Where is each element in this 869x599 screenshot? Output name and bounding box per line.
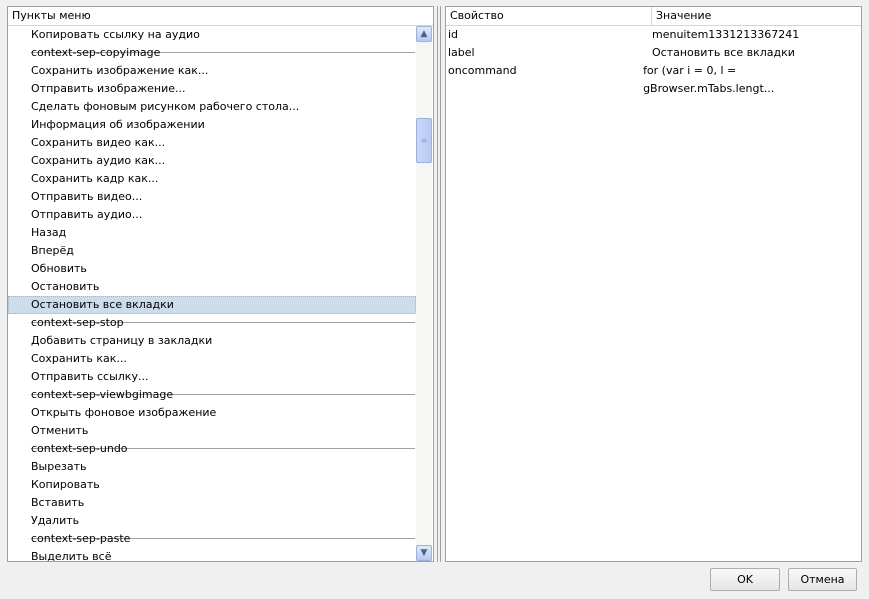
list-item[interactable]: Назад xyxy=(8,224,416,242)
list-item[interactable]: Открыть фоновое изображение xyxy=(8,404,416,422)
properties-table[interactable]: Свойство Значение id menuitem133121336724… xyxy=(445,6,862,562)
list-item[interactable]: Вперёд xyxy=(8,242,416,260)
item-label: Копировать xyxy=(31,478,100,491)
column-header-menu-items[interactable]: Пункты меню xyxy=(8,7,433,25)
list-item[interactable]: Отправить видео... xyxy=(8,188,416,206)
list-item[interactable]: Сохранить изображение как... xyxy=(8,62,416,80)
item-label: Назад xyxy=(31,226,67,239)
list-item[interactable]: Отправить изображение... xyxy=(8,80,416,98)
list-item[interactable]: Обновить xyxy=(8,260,416,278)
item-label: Сохранить как... xyxy=(31,352,127,365)
item-label: Копировать ссылку на аудио xyxy=(31,28,200,41)
item-label: Отправить изображение... xyxy=(31,82,186,95)
table-row[interactable]: oncommand for (var i = 0, l = gBrowser.mT… xyxy=(446,62,861,95)
list-item[interactable]: Сделать фоновым рисунком рабочего стола.… xyxy=(8,98,416,116)
scrollbar-thumb[interactable]: ≡ xyxy=(416,118,432,163)
menu-items-tree[interactable]: Пункты меню Копировать ссылку на аудио co… xyxy=(7,6,434,562)
list-item[interactable]: Копировать ссылку на аудио xyxy=(8,26,416,44)
item-label: Отправить аудио... xyxy=(31,208,143,221)
list-item[interactable]: Добавить страницу в закладки xyxy=(8,332,416,350)
list-item[interactable]: Отправить ссылку... xyxy=(8,368,416,386)
column-header-value[interactable]: Значение xyxy=(652,7,861,25)
item-label: Вперёд xyxy=(31,244,74,257)
item-label: context-sep-undo xyxy=(31,442,128,455)
list-item[interactable]: Остановить xyxy=(8,278,416,296)
list-item[interactable]: Вставить xyxy=(8,494,416,512)
table-header: Свойство Значение xyxy=(446,7,861,26)
item-label: Сделать фоновым рисунком рабочего стола.… xyxy=(31,100,300,113)
property-value: for (var i = 0, l = gBrowser.mTabs.lengt… xyxy=(643,64,775,95)
item-label: Добавить страницу в закладки xyxy=(31,334,213,347)
item-label: Сохранить видео как... xyxy=(31,136,166,149)
property-name: label xyxy=(448,46,475,59)
list-item[interactable]: Отправить аудио... xyxy=(8,206,416,224)
list-item[interactable]: Сохранить аудио как... xyxy=(8,152,416,170)
property-name: id xyxy=(448,28,459,41)
menu-items-list[interactable]: Копировать ссылку на аудио context-sep-co… xyxy=(8,26,416,561)
separator-item[interactable]: context-sep-stop xyxy=(8,314,416,332)
list-item[interactable]: Копировать xyxy=(8,476,416,494)
separator-item[interactable]: context-sep-undo xyxy=(8,440,416,458)
item-label: Сохранить аудио как... xyxy=(31,154,166,167)
column-header-property[interactable]: Свойство xyxy=(446,7,652,25)
separator-item[interactable]: context-sep-copyimage xyxy=(8,44,416,62)
list-item[interactable]: Сохранить видео как... xyxy=(8,134,416,152)
item-label: Информация об изображении xyxy=(31,118,205,131)
vertical-scrollbar[interactable]: ▲ ≡ ▼ xyxy=(416,26,432,561)
item-label: Удалить xyxy=(31,514,80,527)
item-label: Отправить видео... xyxy=(31,190,143,203)
property-value: Остановить все вкладки xyxy=(652,46,795,59)
scroll-down-icon[interactable]: ▼ xyxy=(416,545,432,561)
list-item[interactable]: Остановить все вкладки xyxy=(8,296,416,314)
list-item[interactable]: Выделить всё xyxy=(8,548,416,561)
item-label: Вставить xyxy=(31,496,85,509)
item-label: Остановить все вкладки xyxy=(31,298,174,311)
table-row[interactable]: label Остановить все вкладки xyxy=(446,44,861,62)
ok-button[interactable]: OK xyxy=(710,568,780,591)
list-item[interactable]: Сохранить как... xyxy=(8,350,416,368)
item-label: Обновить xyxy=(31,262,87,275)
table-row[interactable]: id menuitem1331213367241 xyxy=(446,26,861,44)
item-label: Сохранить изображение как... xyxy=(31,64,209,77)
item-label: Остановить xyxy=(31,280,100,293)
separator-item[interactable]: context-sep-paste xyxy=(8,530,416,548)
list-item[interactable]: Вырезать xyxy=(8,458,416,476)
splitter[interactable] xyxy=(437,6,441,562)
item-label: context-sep-viewbgimage xyxy=(31,388,174,401)
property-value: menuitem1331213367241 xyxy=(652,28,800,41)
list-item[interactable]: Сохранить кадр как... xyxy=(8,170,416,188)
list-item[interactable]: Информация об изображении xyxy=(8,116,416,134)
list-item[interactable]: Отменить xyxy=(8,422,416,440)
cancel-button[interactable]: Отмена xyxy=(788,568,857,591)
property-name: oncommand xyxy=(448,64,517,77)
scroll-up-icon[interactable]: ▲ xyxy=(416,26,432,42)
item-label: context-sep-copyimage xyxy=(31,46,161,59)
item-label: Вырезать xyxy=(31,460,87,473)
item-label: Выделить всё xyxy=(31,550,112,561)
item-label: context-sep-stop xyxy=(31,316,124,329)
list-item[interactable]: Удалить xyxy=(8,512,416,530)
item-label: Сохранить кадр как... xyxy=(31,172,159,185)
tree-header: Пункты меню xyxy=(8,7,433,26)
separator-item[interactable]: context-sep-viewbgimage xyxy=(8,386,416,404)
item-label: Отправить ссылку... xyxy=(31,370,149,383)
item-label: Отменить xyxy=(31,424,89,437)
item-label: Открыть фоновое изображение xyxy=(31,406,217,419)
item-label: context-sep-paste xyxy=(31,532,131,545)
